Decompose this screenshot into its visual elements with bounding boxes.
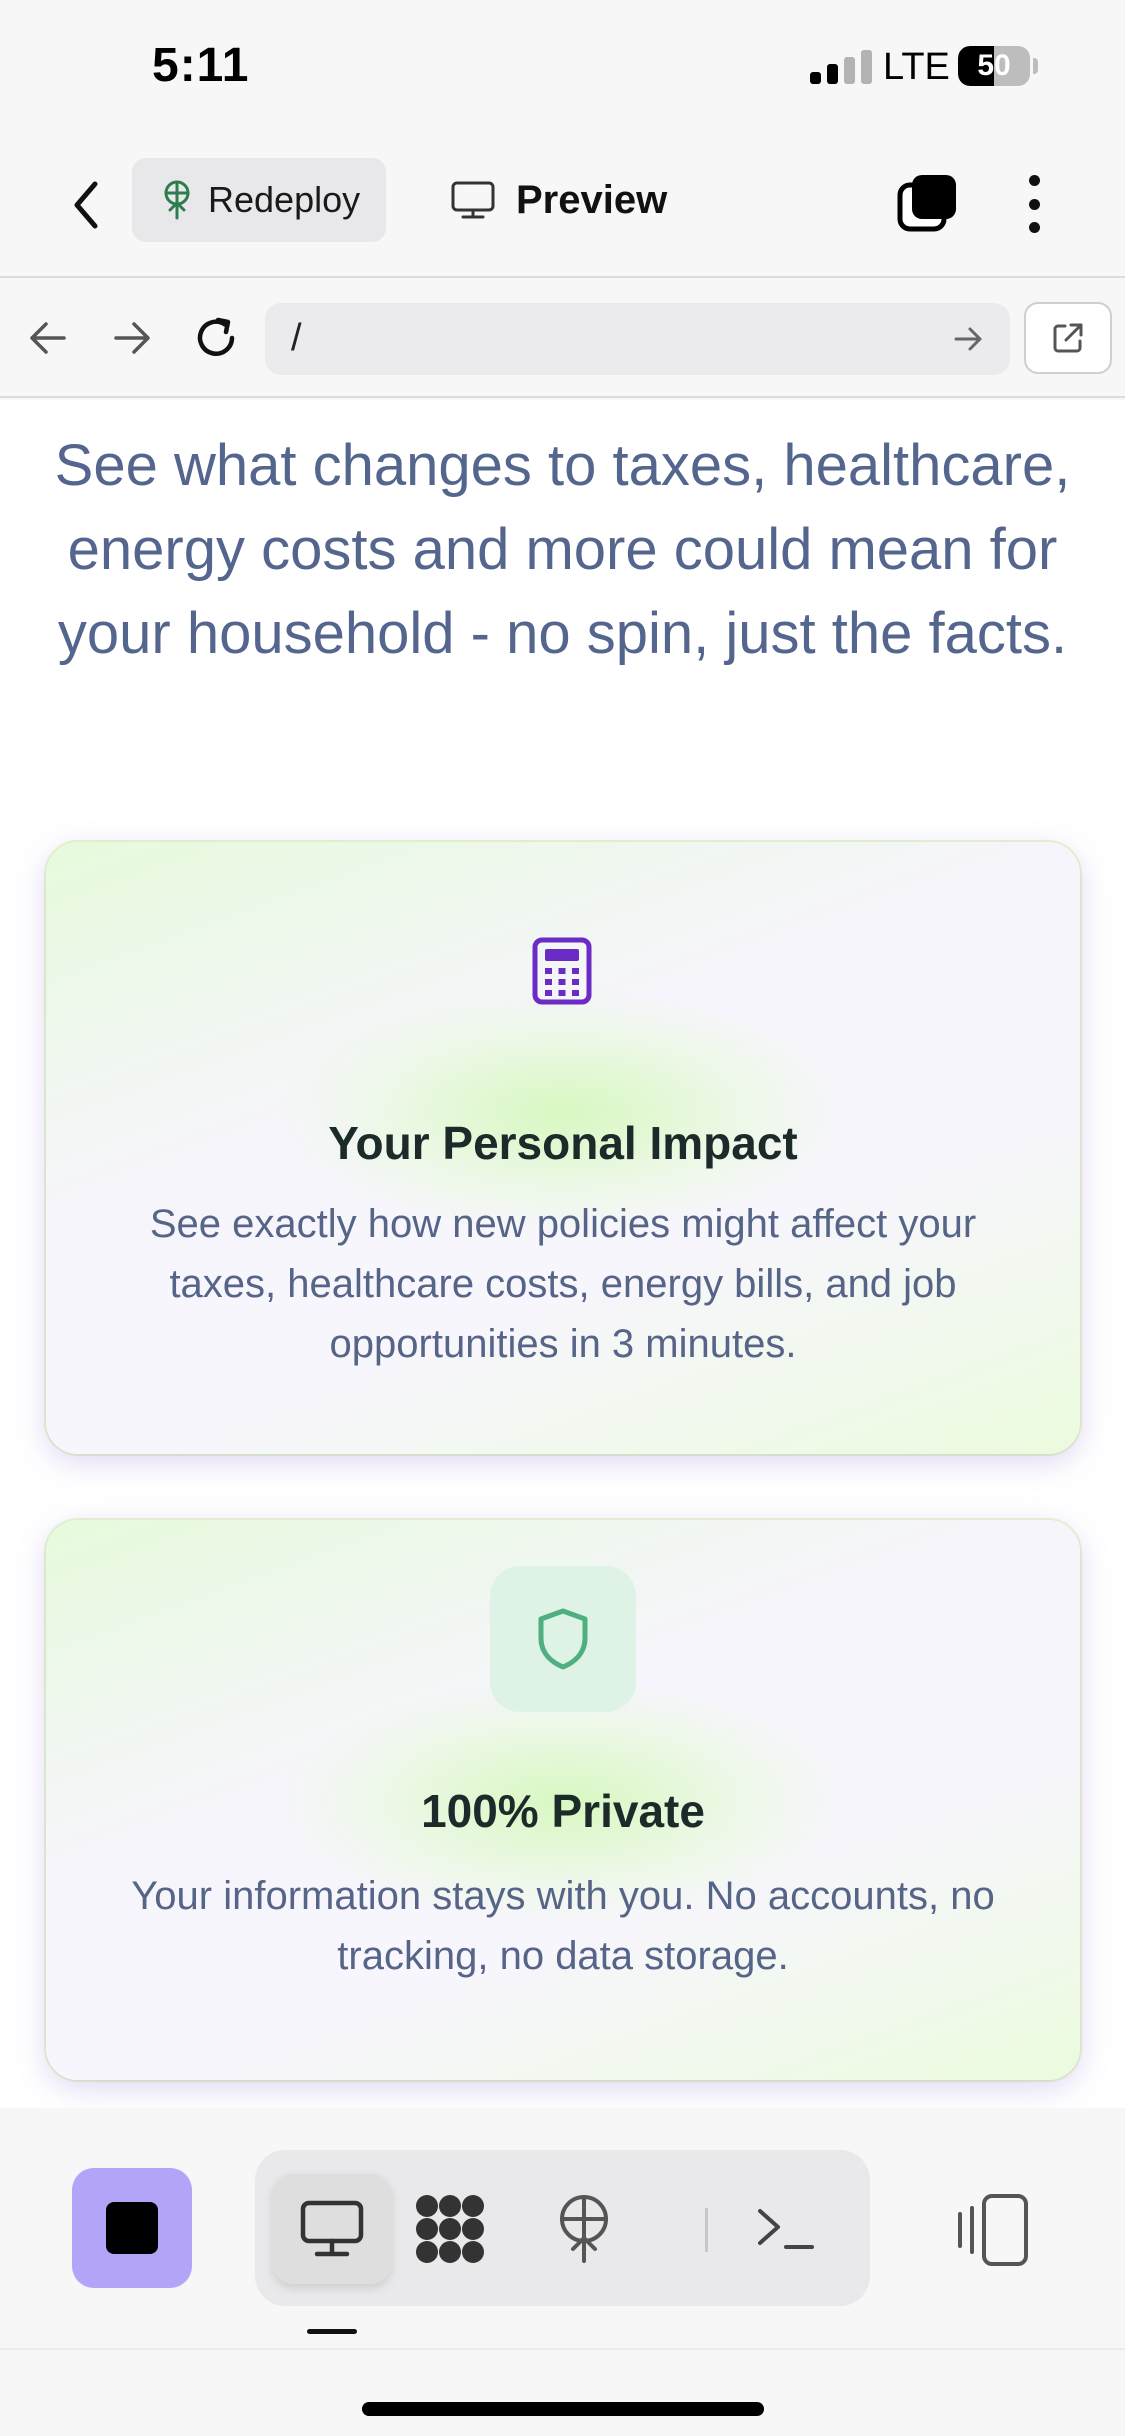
battery-percent: 50 (977, 49, 1011, 82)
redeploy-label: Redeploy (208, 179, 361, 220)
monitor-icon (300, 2200, 364, 2257)
more-options-button[interactable] (1016, 169, 1052, 239)
nav-forward-button[interactable] (102, 308, 162, 368)
impact-card-description: See exactly how new policies might affec… (149, 1202, 977, 1366)
active-tab-indicator (307, 2329, 357, 2334)
grid-icon (416, 2195, 484, 2263)
network-type: LTE (883, 46, 950, 88)
reload-button[interactable] (186, 308, 246, 368)
preview-tab[interactable] (273, 2174, 391, 2284)
signal-strength-icon (810, 50, 872, 84)
calculator-icon (532, 937, 592, 1005)
chevron-left-icon (74, 181, 98, 229)
monitor-icon (451, 181, 495, 219)
external-link-icon (1053, 323, 1083, 353)
web-preview: See what changes to taxes, healthcare, e… (0, 400, 1125, 2108)
url-input[interactable]: / (265, 303, 1010, 375)
browser-nav-bar: / (0, 278, 1125, 398)
deploy-icon (164, 180, 190, 220)
open-external-button[interactable] (1024, 302, 1112, 374)
shield-icon (538, 1608, 588, 1670)
app-header: Redeploy Preview (0, 135, 1125, 278)
url-text: / (291, 317, 302, 359)
privacy-card-description: Your information stays with you. No acco… (131, 1874, 995, 1978)
toolbar-divider (705, 2208, 708, 2252)
back-button[interactable] (58, 173, 114, 237)
privacy-card-title: 100% Private (421, 1785, 705, 1837)
privacy-card: 100% Private Your information stays with… (46, 1520, 1080, 2080)
go-arrow-icon[interactable] (948, 319, 988, 359)
grid-tab[interactable] (391, 2174, 509, 2284)
stop-button[interactable] (72, 2168, 192, 2288)
battery-icon: 50 (958, 46, 1030, 86)
preview-label: Preview (516, 177, 668, 222)
lead-text: See what changes to taxes, healthcare, e… (54, 433, 1071, 666)
terminal-tab[interactable] (727, 2174, 845, 2284)
view-switcher (255, 2150, 870, 2306)
redeploy-button[interactable]: Redeploy (132, 158, 386, 242)
bottom-toolbar (0, 2108, 1125, 2348)
stop-icon (106, 2202, 158, 2254)
shield-icon-badge (490, 1566, 636, 1712)
status-time: 5:11 (152, 39, 250, 92)
home-indicator (362, 2402, 764, 2416)
status-bar: 5:11 LTE 50 (0, 0, 1125, 135)
preview-button[interactable]: Preview (450, 158, 667, 242)
impact-card-title: Your Personal Impact (328, 1117, 798, 1169)
impact-card: Your Personal Impact See exactly how new… (46, 842, 1080, 1454)
home-indicator-area (0, 2348, 1125, 2436)
nav-back-button[interactable] (18, 308, 78, 368)
deploy-icon (560, 2195, 608, 2263)
tabs-button[interactable] (896, 171, 960, 235)
deploy-tab[interactable] (525, 2174, 643, 2284)
terminal-icon (758, 2209, 814, 2249)
arrow-right-icon (114, 322, 150, 354)
arrow-left-icon (30, 322, 66, 354)
device-toggle-icon[interactable] (952, 2188, 1036, 2272)
reload-icon (197, 317, 235, 356)
battery-tip (1033, 58, 1038, 74)
